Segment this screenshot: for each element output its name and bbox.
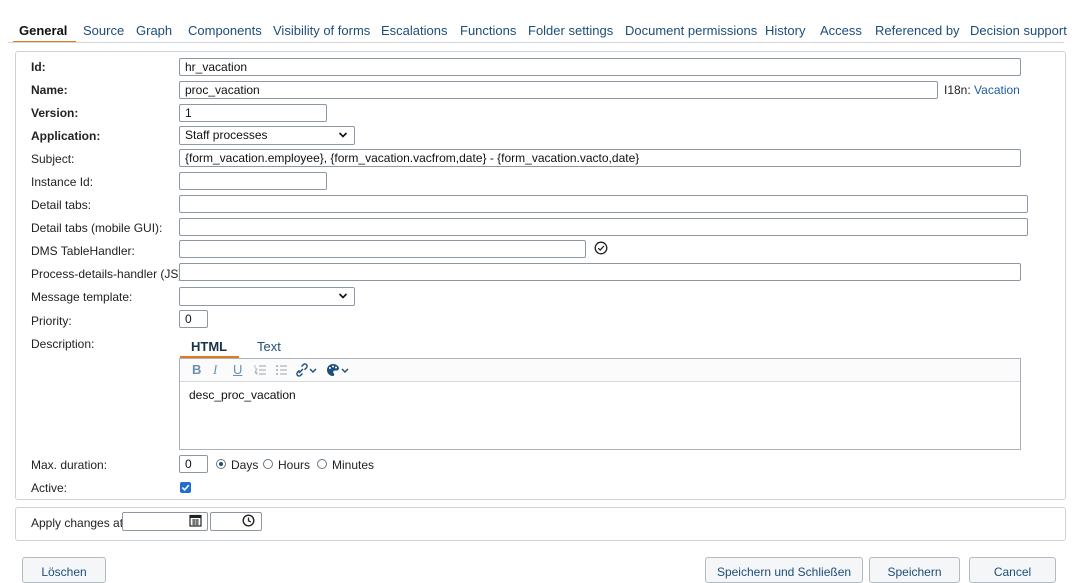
tab-source[interactable]: Source: [83, 23, 124, 38]
id-label: Id:: [31, 60, 46, 74]
tab-general[interactable]: General: [19, 23, 67, 38]
radio-days-label: Days: [231, 458, 259, 472]
clock-icon[interactable]: [242, 514, 255, 527]
link-icon[interactable]: [296, 363, 318, 377]
message-template-label: Message template:: [31, 290, 133, 304]
bullet-list-icon[interactable]: [275, 364, 288, 376]
detail-tabs-mobile-input[interactable]: [179, 218, 1028, 236]
description-content: desc_proc_vacation: [189, 388, 296, 402]
active-checkbox[interactable]: [180, 482, 191, 493]
detail-tabs-input[interactable]: [179, 195, 1028, 213]
name-label: Name:: [31, 83, 68, 97]
dms-tablehandler-input[interactable]: [179, 240, 586, 258]
save-button[interactable]: Speichern: [869, 557, 960, 583]
cancel-button[interactable]: Cancel: [969, 557, 1056, 583]
checkmark-icon: [181, 484, 190, 491]
calendar-icon[interactable]: [189, 514, 202, 527]
subject-label: Subject:: [31, 152, 75, 166]
bold-icon[interactable]: B: [192, 362, 201, 377]
tab-document-permissions[interactable]: Document permissions: [625, 23, 757, 38]
tab-bar: General Source Graph Components Visibili…: [0, 0, 1072, 43]
radio-minutes[interactable]: [317, 459, 327, 469]
i18n-prefix: I18n:: [944, 83, 971, 97]
tab-visibility-of-forms[interactable]: Visibility of forms: [273, 23, 370, 38]
radio-minutes-label: Minutes: [332, 458, 375, 472]
delete-button[interactable]: Löschen: [22, 557, 106, 583]
process-details-handler-label: Process-details-handler (JS):: [31, 267, 186, 281]
description-editor[interactable]: B I U desc_proc_vacation: [179, 358, 1021, 450]
version-input[interactable]: 1: [179, 104, 327, 122]
radio-hours[interactable]: [263, 459, 273, 469]
ordered-list-icon[interactable]: [254, 364, 267, 376]
tab-components[interactable]: Components: [188, 23, 262, 38]
tab-folder-settings[interactable]: Folder settings: [528, 23, 613, 38]
description-label: Description:: [31, 337, 95, 351]
message-template-select[interactable]: [179, 287, 355, 306]
tab-functions[interactable]: Functions: [460, 23, 516, 38]
tab-referenced-by[interactable]: Referenced by: [875, 23, 960, 38]
tab-graph[interactable]: Graph: [136, 23, 172, 38]
tab-decision-support[interactable]: Decision support: [970, 23, 1067, 38]
tab-escalations[interactable]: Escalations: [381, 23, 447, 38]
tab-access[interactable]: Access: [820, 23, 862, 38]
italic-icon[interactable]: I: [213, 362, 217, 378]
subject-input[interactable]: {form_vacation.employee}, {form_vacation…: [179, 149, 1021, 167]
version-label: Version:: [31, 106, 79, 120]
id-input[interactable]: hr_vacation: [179, 58, 1021, 76]
application-value: Staff processes: [185, 128, 268, 142]
i18n-link[interactable]: Vacation: [974, 83, 1020, 97]
detail-tabs-mobile-label: Detail tabs (mobile GUI):: [31, 221, 163, 235]
instance-id-input[interactable]: [179, 172, 327, 190]
save-and-close-button[interactable]: Speichern und Schließen: [705, 557, 863, 583]
chevron-down-icon: [338, 293, 348, 299]
underline-icon[interactable]: U: [233, 362, 242, 377]
application-select[interactable]: Staff processes: [179, 126, 355, 145]
radio-days[interactable]: [216, 459, 226, 469]
priority-input[interactable]: 0: [179, 310, 208, 328]
i18n-label: I18n: Vacation: [944, 83, 1020, 97]
process-details-handler-input[interactable]: [179, 263, 1021, 281]
name-input[interactable]: proc_vacation: [179, 81, 938, 99]
editor-tab-html[interactable]: HTML: [191, 339, 227, 354]
instance-id-label: Instance Id:: [31, 175, 94, 189]
max-duration-label: Max. duration:: [31, 458, 108, 472]
tab-divider: [8, 42, 1064, 43]
application-label: Application:: [31, 129, 101, 143]
max-duration-input[interactable]: 0: [179, 455, 208, 473]
editor-toolbar: B I U: [180, 359, 1020, 382]
dms-tablehandler-label: DMS TableHandler:: [31, 244, 135, 258]
editor-tab-text[interactable]: Text: [257, 339, 281, 354]
radio-hours-label: Hours: [278, 458, 311, 472]
active-label: Active:: [31, 481, 68, 495]
check-circle-icon[interactable]: [594, 241, 608, 255]
tab-history[interactable]: History: [765, 23, 805, 38]
priority-label: Priority:: [31, 314, 72, 328]
apply-changes-label: Apply changes at:: [31, 516, 127, 530]
chevron-down-icon: [338, 132, 348, 138]
color-palette-icon[interactable]: [326, 363, 350, 377]
detail-tabs-label: Detail tabs:: [31, 198, 92, 212]
